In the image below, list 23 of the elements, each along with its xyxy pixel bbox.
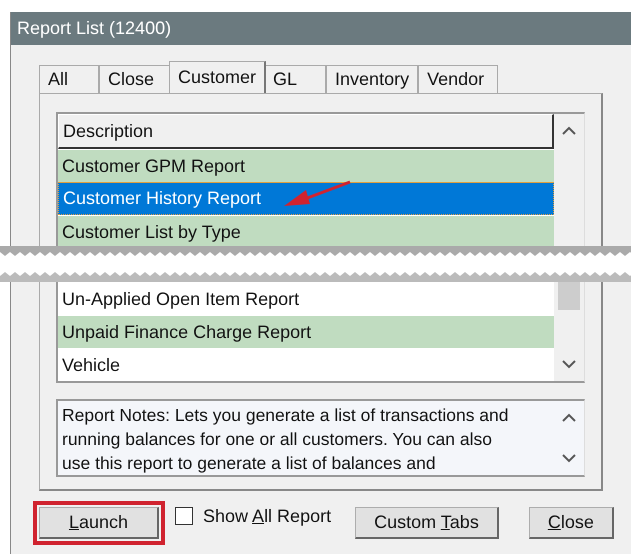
- scroll-thumb[interactable]: [558, 282, 580, 310]
- scroll-up-icon[interactable]: [562, 413, 576, 422]
- tab[interactable]: All: [39, 65, 99, 93]
- checkbox-label[interactable]: Show All Report: [203, 506, 332, 526]
- report-notes-text: Report Notes: Lets you generate a list of transactions and running balances for one or all customers. You can also use this report to generate a list of balances and: [61, 404, 510, 475]
- report-row[interactable]: Customer History Report: [58, 182, 554, 215]
- column-header[interactable]: Description: [58, 114, 554, 149]
- tab[interactable]: GL: [264, 65, 326, 93]
- tab[interactable]: Close: [99, 65, 171, 93]
- scroll-up-icon[interactable]: [562, 126, 576, 135]
- report-row[interactable]: Customer GPM Report: [58, 149, 554, 182]
- tab[interactable]: Inventory: [326, 65, 418, 93]
- report-row[interactable]: Customer List by Type: [58, 215, 554, 248]
- window-title: Report List (12400): [11, 12, 631, 45]
- tab[interactable]: Vendor: [418, 65, 498, 93]
- scroll-down-icon[interactable]: [562, 360, 576, 369]
- report-row[interactable]: Unpaid Finance Charge Report: [58, 315, 554, 348]
- checkbox[interactable]: [175, 507, 193, 525]
- action-button[interactable]: Launch: [39, 507, 159, 539]
- action-button[interactable]: Custom Tabs: [355, 507, 499, 539]
- scroll-down-icon[interactable]: [562, 454, 576, 463]
- tab[interactable]: Customer: [169, 61, 266, 93]
- action-button[interactable]: Close: [528, 507, 614, 539]
